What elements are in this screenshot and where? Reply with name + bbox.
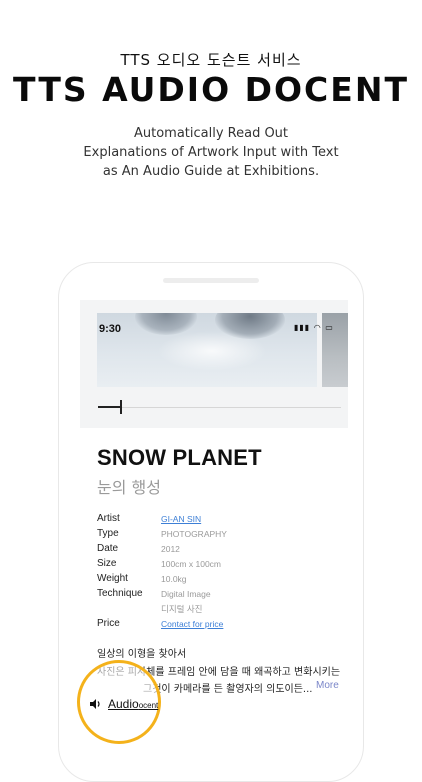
detail-label-type: Type [97,528,119,539]
hero-title: TTS AUDIO DOCENT [13,70,409,109]
audio-progress-fill [98,406,120,408]
hero-subtitle: TTS 오디오 도슨트 서비스 [120,51,302,69]
artwork-image[interactable] [97,313,317,387]
price-contact-link[interactable]: Contact for price [161,619,223,629]
audio-label-suffix: ocent [138,701,159,710]
detail-label-weight: Weight [97,573,128,584]
artwork-title-korean: 눈의 행성 [97,478,161,497]
audio-progress-track[interactable] [98,407,341,408]
speaker-icon [90,699,100,709]
detail-label-date: Date [97,543,119,554]
status-time: 9:30 [99,323,122,335]
phone-speaker-notch [163,278,259,283]
description-line: 그것이 카메라를 든 촬영자의 의도이든... [143,684,313,695]
more-link[interactable]: More [316,680,339,691]
audio-docent-button[interactable]: Audioocent [108,697,158,711]
detail-value-type: PHOTOGRAPHY [161,529,227,539]
detail-label-artist: Artist [97,513,120,524]
detail-label-size: Size [97,558,117,569]
audio-label: Audio [108,697,139,711]
detail-value-weight: 10.0kg [161,574,187,584]
hero-description: Automatically Read Out Explanations of A… [0,124,422,181]
hero-desc-line: Explanations of Artwork Input with Text [83,145,339,160]
detail-value-technique-kr: 디지털 사진 [161,604,203,614]
audio-progress-handle[interactable] [120,400,122,414]
status-icons: ▮▮▮ ◠ ▭ [294,323,334,332]
detail-label-price: Price [97,618,120,629]
detail-label-technique: Technique [97,588,143,599]
description-heading: 일상의 이형을 찾아서 [97,649,187,660]
detail-value-technique: Digital Image [161,589,211,599]
hero-desc-line: Automatically Read Out [133,126,289,141]
detail-value-size: 100cm x 100cm [161,559,221,569]
hero-desc-line: as An Audio Guide at Exhibitions. [102,164,320,179]
artist-link[interactable]: GI-AN SIN [161,514,201,524]
detail-value-date: 2012 [161,544,180,554]
artwork-title: SNOW PLANET [97,445,262,470]
